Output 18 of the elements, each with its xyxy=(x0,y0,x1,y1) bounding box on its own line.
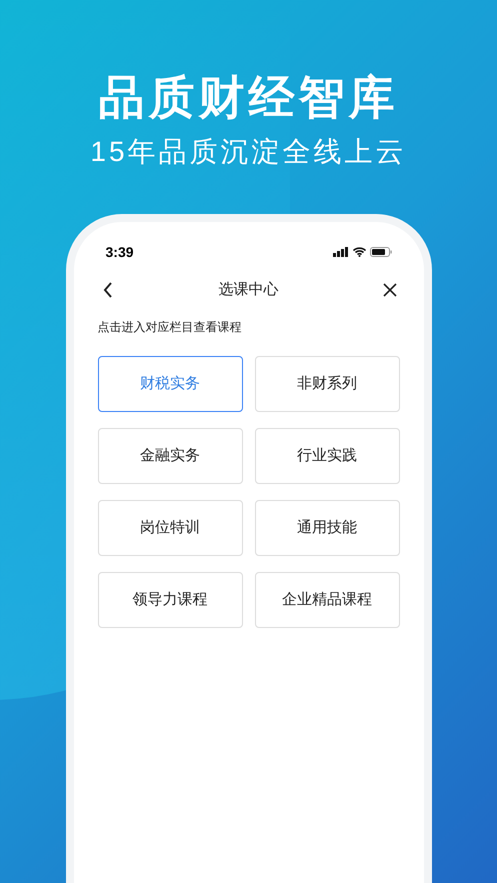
battery-icon xyxy=(370,247,392,257)
nav-title: 选课中心 xyxy=(218,280,278,300)
category-button[interactable]: 行业实践 xyxy=(254,428,400,484)
headline: 品质财经智库 xyxy=(98,70,398,125)
category-button[interactable]: 非财系列 xyxy=(254,356,400,412)
category-button[interactable]: 岗位特训 xyxy=(98,500,242,556)
category-button[interactable]: 企业精品课程 xyxy=(254,572,400,628)
close-icon xyxy=(382,283,396,297)
signal-icon xyxy=(332,247,348,257)
category-button[interactable]: 通用技能 xyxy=(254,500,400,556)
chevron-left-icon xyxy=(102,282,112,298)
category-button[interactable]: 财税实务 xyxy=(98,356,242,412)
status-time: 3:39 xyxy=(106,242,134,262)
subheadline: 15年品质沉淀全线上云 xyxy=(90,135,407,169)
category-button[interactable]: 金融实务 xyxy=(98,428,242,484)
hint-text: 点击进入对应栏目查看课程 xyxy=(98,319,242,336)
category-button[interactable]: 领导力课程 xyxy=(98,572,242,628)
wifi-icon xyxy=(352,247,366,257)
